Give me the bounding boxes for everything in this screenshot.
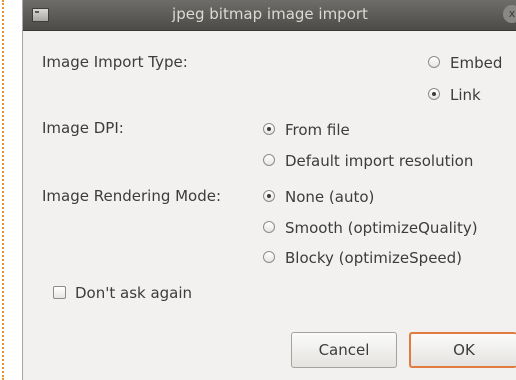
radio-embed-indicator[interactable] — [428, 56, 440, 68]
dialog-title: jpeg bitmap image import — [172, 5, 368, 23]
close-icon[interactable]: x — [503, 5, 516, 23]
radio-render-smooth-indicator[interactable] — [263, 221, 275, 233]
rendering-mode-label: Image Rendering Mode: — [42, 187, 222, 205]
cancel-button[interactable]: Cancel — [291, 332, 397, 368]
page: jpeg bitmap image import x Image Import … — [0, 0, 516, 380]
ok-button[interactable]: OK — [409, 332, 516, 368]
dont-ask-again-label: Don't ask again — [75, 284, 193, 302]
radio-embed-label: Embed — [450, 54, 503, 72]
page-edge-dotted-line — [2, 0, 4, 380]
radio-dpi-default-indicator[interactable] — [263, 154, 275, 166]
radio-render-blocky-indicator[interactable] — [263, 251, 275, 263]
radio-render-none-label: None (auto) — [285, 188, 375, 206]
dont-ask-again-checkbox[interactable] — [53, 286, 66, 299]
radio-render-smooth-label: Smooth (optimizeQuality) — [285, 219, 478, 237]
import-type-label: Image Import Type: — [42, 53, 188, 71]
dialog-titlebar[interactable]: jpeg bitmap image import x — [23, 0, 516, 31]
radio-render-none-indicator[interactable] — [263, 190, 275, 202]
radio-render-blocky-label: Blocky (optimizeSpeed) — [285, 249, 463, 267]
radio-link-indicator[interactable] — [428, 88, 440, 100]
dpi-label: Image DPI: — [42, 119, 124, 137]
radio-link-label: Link — [450, 86, 481, 104]
radio-dpi-default-label: Default import resolution — [285, 152, 474, 170]
import-dialog: jpeg bitmap image import x Image Import … — [22, 0, 516, 380]
radio-dpi-from-file-indicator[interactable] — [263, 123, 275, 135]
radio-dpi-from-file-label: From file — [285, 121, 350, 139]
